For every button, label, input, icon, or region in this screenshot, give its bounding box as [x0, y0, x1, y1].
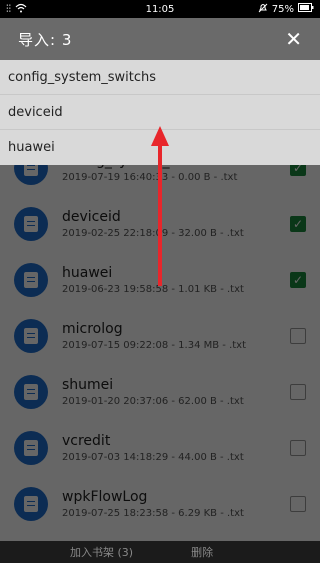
add-to-shelf-button[interactable]: 加入书架 (3)	[70, 544, 133, 560]
page-title: 导入: 3	[18, 30, 73, 49]
red-arrow-annotation	[151, 126, 169, 286]
menu-item[interactable]: config_system_switchs	[0, 60, 320, 95]
delete-button[interactable]: 删除	[191, 544, 213, 560]
status-bar: ⫶⫶ 11:05 75%	[0, 0, 320, 18]
close-button[interactable]: ✕	[285, 29, 302, 49]
import-header: 导入: 3 ✕	[0, 18, 320, 60]
bottom-action-bar: 加入书架 (3) 删除	[0, 541, 320, 563]
status-time: 11:05	[145, 3, 175, 15]
menu-item[interactable]: deviceid	[0, 95, 320, 130]
